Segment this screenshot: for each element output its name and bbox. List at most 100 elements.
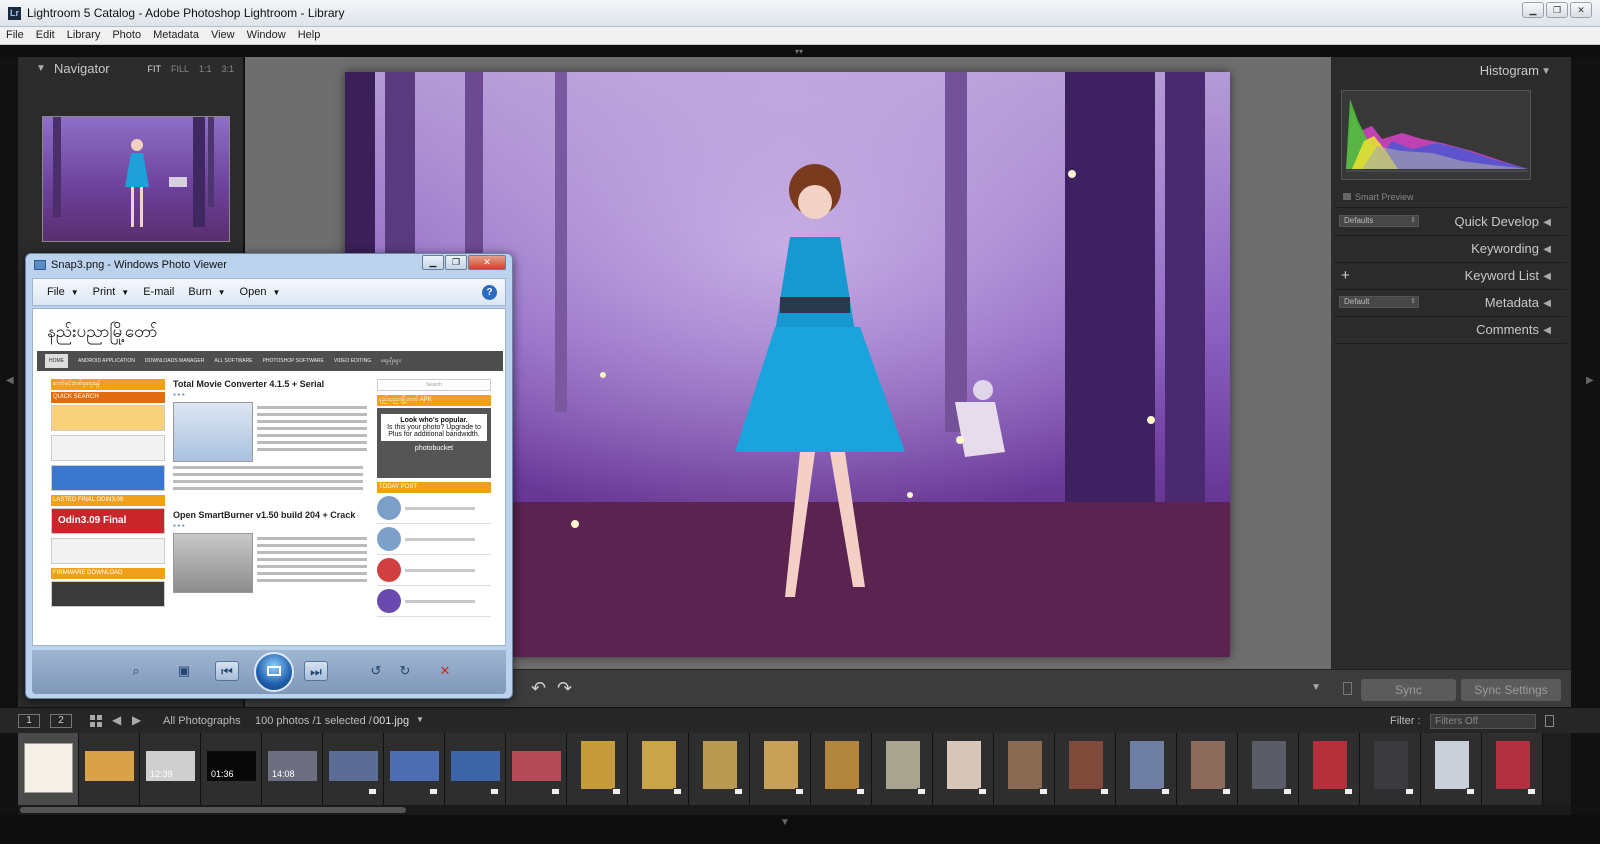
filmstrip-cell[interactable] — [1360, 733, 1421, 805]
add-keyword-icon[interactable]: + — [1341, 267, 1350, 284]
comments-expand-icon[interactable]: ◀ — [1543, 325, 1551, 336]
keyword-list-title[interactable]: Keyword List — [1465, 268, 1539, 283]
selected-filename[interactable]: 001.jpg — [373, 715, 409, 727]
filter-lock-icon[interactable] — [1545, 715, 1554, 727]
back-arrow-icon[interactable]: ◀ — [112, 713, 121, 727]
scrollbar-thumb[interactable] — [20, 807, 406, 813]
menu-file[interactable]: File — [0, 27, 30, 44]
menu-window[interactable]: Window — [241, 27, 292, 44]
zoom-1-1[interactable]: 1:1 — [199, 64, 212, 74]
actual-size-icon[interactable]: ▣ — [172, 661, 196, 681]
sync-settings-button[interactable]: Sync Settings — [1461, 679, 1561, 701]
zoom-fit[interactable]: FIT — [147, 64, 161, 74]
pv-maximize-button[interactable]: ❐ — [445, 255, 467, 270]
filmstrip-cell[interactable] — [628, 733, 689, 805]
rotate-left-icon[interactable]: ↶ — [531, 678, 546, 699]
filmstrip-cell[interactable] — [1421, 733, 1482, 805]
menu-photo[interactable]: Photo — [106, 27, 147, 44]
delete-icon[interactable]: ✕ — [433, 661, 457, 681]
rotate-ccw-icon[interactable]: ↺ — [364, 661, 388, 681]
navigator-collapse-icon[interactable]: ▼ — [36, 63, 46, 74]
right-panel-toggle-icon[interactable]: ▶ — [1586, 375, 1594, 386]
sync-button[interactable]: Sync — [1361, 679, 1456, 701]
zoom-3-1[interactable]: 3:1 — [221, 64, 234, 74]
filmstrip-cell[interactable] — [750, 733, 811, 805]
navigator-preview[interactable] — [42, 116, 230, 242]
rotate-cw-icon[interactable]: ↻ — [393, 661, 417, 681]
filmstrip-cell[interactable] — [1055, 733, 1116, 805]
zoom-fill[interactable]: FILL — [171, 64, 189, 74]
grid-view-icon[interactable] — [90, 715, 102, 727]
window-2-button[interactable]: 2 — [50, 714, 72, 728]
zoom-icon[interactable]: ⌕ — [124, 661, 148, 681]
filmstrip-cell[interactable] — [323, 733, 384, 805]
filmstrip-cell[interactable] — [872, 733, 933, 805]
left-panel-toggle-icon[interactable]: ◀ — [6, 375, 14, 386]
menu-edit[interactable]: Edit — [30, 27, 61, 44]
quick-develop-title[interactable]: Quick Develop — [1454, 214, 1539, 229]
keywording-title[interactable]: Keywording — [1471, 241, 1539, 256]
slideshow-button[interactable] — [254, 652, 294, 692]
filmstrip-cell[interactable] — [384, 733, 445, 805]
pv-close-button[interactable]: ✕ — [468, 255, 506, 270]
pv-menu-email[interactable]: E-mail — [143, 286, 174, 298]
metadata-expand-icon[interactable]: ◀ — [1543, 298, 1551, 309]
filmstrip-source[interactable]: All Photographs — [163, 715, 241, 727]
filmstrip-cell[interactable] — [79, 733, 140, 805]
filmstrip-cell[interactable] — [1116, 733, 1177, 805]
histogram-collapse-icon[interactable]: ▼ — [1541, 66, 1551, 77]
filename-dropdown-icon[interactable]: ▼ — [416, 715, 424, 724]
filmstrip-cell[interactable] — [1238, 733, 1299, 805]
quick-develop-expand-icon[interactable]: ◀ — [1543, 217, 1551, 228]
previous-icon[interactable]: ⏮ — [215, 661, 239, 681]
top-panel-toggle[interactable]: ▾▾ — [0, 45, 1600, 57]
metadata-preset-select[interactable]: Default ⇕ — [1339, 296, 1419, 308]
keywording-expand-icon[interactable]: ◀ — [1543, 244, 1551, 255]
menu-metadata[interactable]: Metadata — [147, 27, 205, 44]
comments-title[interactable]: Comments — [1476, 322, 1539, 337]
filmstrip-scrollbar[interactable] — [18, 805, 1571, 815]
navigator-header[interactable]: ▼ Navigator FIT FILL 1:1 3:1 — [18, 57, 244, 81]
maximize-button[interactable]: ❐ — [1546, 2, 1568, 18]
keyword-list-expand-icon[interactable]: ◀ — [1543, 271, 1551, 282]
filmstrip-cell[interactable] — [1482, 733, 1543, 805]
filmstrip-cell[interactable]: 01:36 — [201, 733, 262, 805]
minimize-button[interactable]: ▁ — [1522, 2, 1544, 18]
filmstrip-cell[interactable] — [567, 733, 628, 805]
bottom-panel-toggle[interactable]: ▼ — [0, 815, 1600, 844]
filter-select[interactable]: Filters Off — [1430, 714, 1536, 729]
help-icon[interactable]: ? — [482, 285, 497, 300]
filmstrip-cell[interactable]: 14:08 — [262, 733, 323, 805]
filmstrip-cell[interactable]: 12:39 — [140, 733, 201, 805]
metadata-title[interactable]: Metadata — [1485, 295, 1539, 310]
filmstrip-cell[interactable] — [445, 733, 506, 805]
menu-library[interactable]: Library — [61, 27, 107, 44]
photo-viewer-menu: File ▼ Print ▼ E-mail Burn ▼ Open ▼ ? — [32, 278, 506, 306]
pv-minimize-button[interactable]: ▁ — [422, 255, 444, 270]
filmstrip-cell[interactable] — [18, 733, 79, 805]
next-icon[interactable]: ⏭ — [304, 661, 328, 681]
smart-preview-status[interactable]: Smart Preview — [1343, 192, 1414, 202]
filmstrip-cell[interactable] — [689, 733, 750, 805]
filmstrip-cell[interactable] — [1177, 733, 1238, 805]
filmstrip-cell[interactable] — [1299, 733, 1360, 805]
pv-menu-burn[interactable]: Burn ▼ — [188, 286, 225, 298]
filmstrip-cell[interactable] — [994, 733, 1055, 805]
quick-develop-preset-select[interactable]: Defaults ⇕ — [1339, 215, 1419, 227]
photo-viewer-titlebar[interactable]: Snap3.png - Windows Photo Viewer ▁ ❐ ✕ — [26, 254, 512, 276]
forward-arrow-icon[interactable]: ▶ — [132, 713, 141, 727]
auto-sync-toggle-icon[interactable] — [1343, 682, 1352, 695]
close-button[interactable]: ✕ — [1570, 2, 1592, 18]
rotate-right-icon[interactable]: ↷ — [557, 678, 572, 699]
filmstrip-cell[interactable] — [933, 733, 994, 805]
menu-help[interactable]: Help — [292, 27, 327, 44]
pv-menu-file[interactable]: File ▼ — [47, 286, 79, 298]
pv-menu-open[interactable]: Open ▼ — [240, 286, 281, 298]
filmstrip-cell[interactable] — [506, 733, 567, 805]
toolbar-options-icon[interactable]: ▼ — [1311, 682, 1321, 693]
pv-menu-print[interactable]: Print ▼ — [93, 286, 130, 298]
menu-view[interactable]: View — [205, 27, 241, 44]
photo-viewer-image[interactable]: နည်းပညာမြို့တော် HOME ANDROID APPLICATIO… — [32, 308, 506, 646]
filmstrip-cell[interactable] — [811, 733, 872, 805]
window-1-button[interactable]: 1 — [18, 714, 40, 728]
